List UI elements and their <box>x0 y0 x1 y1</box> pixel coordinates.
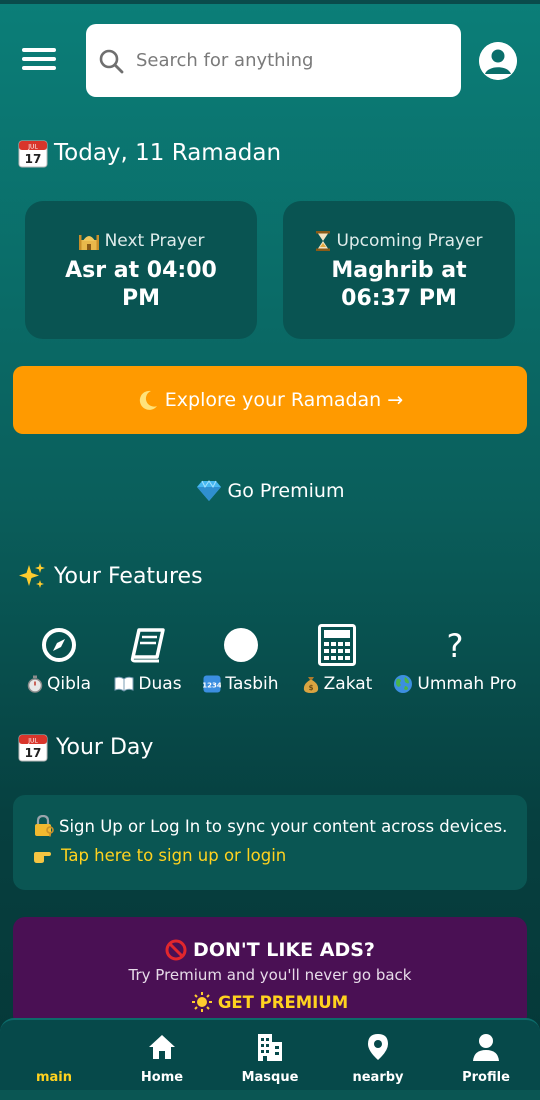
upcoming-prayer-label-row: Upcoming Prayer <box>283 231 515 251</box>
building-icon <box>258 1034 282 1061</box>
book-icon <box>130 628 165 663</box>
user-icon <box>473 1034 499 1061</box>
no-ads-subtitle: Try Premium and you'll never go back <box>128 966 412 984</box>
nav-bottom-strip <box>0 1090 540 1100</box>
calendar-day-text: 17 <box>25 746 42 760</box>
search-input[interactable] <box>136 50 436 71</box>
mosque-icon <box>78 235 99 250</box>
feature-zakat-label: Zakat <box>323 674 373 694</box>
prohibited-icon <box>165 939 187 961</box>
no-ads-card: DON'T LIKE ADS? Try Premium and you'll n… <box>13 917 527 1027</box>
feature-duas[interactable]: Duas <box>112 624 184 694</box>
circle-icon <box>224 628 258 662</box>
calendar-icon: JUL 17 <box>18 734 48 762</box>
signup-text: Sign Up or Log In to sync your content a… <box>59 816 508 836</box>
user-icon <box>479 42 517 80</box>
feature-ummah-pro-label: Ummah Pro <box>417 674 517 694</box>
upcoming-prayer-card[interactable]: Upcoming Prayer Maghrib at 06:37 PM <box>283 201 515 339</box>
pointing-hand-icon <box>34 851 51 863</box>
compass-icon <box>42 628 76 662</box>
upcoming-prayer-label: Upcoming Prayer <box>336 231 483 251</box>
next-prayer-label-row: Next Prayer <box>25 231 257 251</box>
svg-text:?: ? <box>447 627 464 663</box>
next-prayer-label: Next Prayer <box>104 231 205 251</box>
feature-qibla[interactable]: Qibla <box>22 624 96 694</box>
home-icon <box>149 1035 175 1059</box>
nav-profile[interactable]: Profile <box>436 1032 536 1085</box>
calendar-month-text: JUL <box>27 738 38 745</box>
features-section-title: Your Features <box>18 562 203 590</box>
no-ads-title: DON'T LIKE ADS? <box>193 939 375 961</box>
globe-icon <box>394 675 413 693</box>
feature-zakat[interactable]: $ Zakat <box>298 624 376 694</box>
search-icon <box>99 49 124 73</box>
lock-with-key-icon <box>35 815 54 837</box>
features-title: Your Features <box>54 563 203 589</box>
svg-text:1234: 1234 <box>203 682 221 690</box>
your-day-title: Your Day <box>56 734 154 760</box>
search-bar[interactable] <box>86 24 461 97</box>
status-strip <box>0 0 540 4</box>
signup-login-link[interactable]: Tap here to sign up or login <box>33 846 527 865</box>
stopwatch-icon <box>27 675 43 693</box>
get-premium-label: GET PREMIUM <box>217 992 349 1012</box>
upcoming-prayer-value: Maghrib at 06:37 PM <box>331 258 467 311</box>
hourglass-icon <box>316 231 331 251</box>
go-premium-label: Go Premium <box>227 480 345 502</box>
feature-ummah-pro[interactable]: ? Ummah Pro <box>390 624 520 694</box>
feature-qibla-label: Qibla <box>46 674 92 694</box>
menu-line <box>22 66 56 70</box>
nav-masque-label: Masque <box>241 1070 299 1085</box>
profile-avatar-button[interactable] <box>479 42 517 80</box>
nav-masque[interactable]: Masque <box>220 1032 320 1085</box>
go-premium-link[interactable]: Go Premium <box>0 480 540 502</box>
next-prayer-card[interactable]: Next Prayer Asr at 04:00 PM <box>25 201 257 339</box>
nav-home[interactable]: Home <box>112 1032 212 1085</box>
calendar-icon: JUL 17 <box>18 140 48 168</box>
today-heading: JUL 17 Today, 11 Ramadan <box>18 138 281 168</box>
crescent-moon-icon <box>139 390 157 410</box>
today-date-label: Today, 11 Ramadan <box>54 140 282 166</box>
svg-text:$: $ <box>308 684 313 692</box>
number-keys-icon: 1234 <box>203 675 221 693</box>
nav-home-label: Home <box>140 1070 184 1085</box>
question-icon: ? <box>447 627 464 663</box>
bottom-navigation: main Home Masque nearby Profile <box>0 1018 540 1100</box>
nav-nearby[interactable]: nearby <box>328 1032 428 1085</box>
sparkles-icon <box>19 563 45 588</box>
calculator-icon <box>318 624 356 666</box>
hamburger-menu-button[interactable] <box>22 48 56 74</box>
menu-line <box>22 48 56 52</box>
next-prayer-value: Asr at 04:00 PM <box>65 258 217 311</box>
money-bag-icon: $ <box>303 677 318 693</box>
sun-icon <box>191 992 212 1012</box>
nav-nearby-label: nearby <box>352 1070 404 1085</box>
features-row: Qibla Duas 1234 Tasbih $ Zakat ? Ummah P… <box>0 624 540 704</box>
explore-ramadan-label: Explore your Ramadan → <box>164 389 404 411</box>
signup-card: Sign Up or Log In to sync your content a… <box>13 795 527 890</box>
open-book-icon <box>114 676 134 692</box>
explore-ramadan-button[interactable]: Explore your Ramadan → <box>13 366 527 434</box>
location-pin-icon <box>368 1034 388 1060</box>
signup-link-label: Tap here to sign up or login <box>61 846 287 865</box>
diamond-icon <box>196 480 221 501</box>
nav-main-label: main <box>35 1070 73 1085</box>
nav-main[interactable]: main <box>4 1032 104 1085</box>
your-day-section-title: JUL 17 Your Day <box>18 732 153 762</box>
feature-tasbih-label: Tasbih <box>225 674 279 694</box>
nav-profile-label: Profile <box>462 1070 510 1085</box>
feature-tasbih[interactable]: 1234 Tasbih <box>198 624 284 694</box>
calendar-day-text: 17 <box>25 152 42 166</box>
feature-duas-label: Duas <box>138 674 182 694</box>
menu-line <box>22 57 56 61</box>
get-premium-button[interactable]: GET PREMIUM <box>13 992 527 1012</box>
calendar-month-text: JUL <box>27 144 38 151</box>
